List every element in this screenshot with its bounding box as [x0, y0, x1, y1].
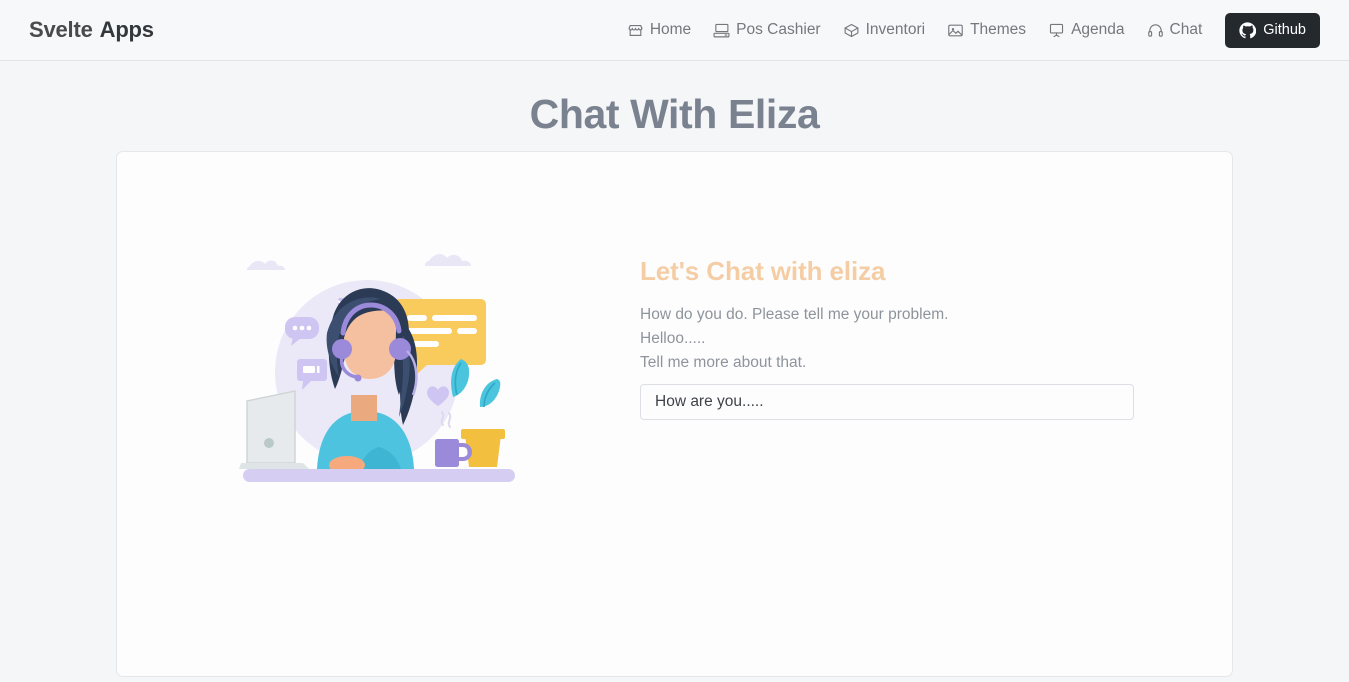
- nav-item-themes[interactable]: Themes: [936, 15, 1037, 45]
- chat-message: Tell me more about that.: [640, 354, 807, 371]
- nav-label-pos-cashier: Pos Cashier: [736, 21, 821, 38]
- github-button-label: Github: [1263, 22, 1306, 38]
- nav-item-agenda[interactable]: Agenda: [1037, 15, 1135, 45]
- desk-surface: [242, 469, 515, 482]
- chat-panel: Let's Chat with eliza How do you do. Ple…: [640, 152, 1140, 420]
- top-navigation-bar: Svelte Apps Home Pos Cashier Inventori T…: [0, 0, 1349, 61]
- navigation-links: Home Pos Cashier Inventori Themes Agenda…: [616, 12, 1320, 48]
- headset-earcup-right: [388, 338, 411, 360]
- chat-heading: Let's Chat with eliza: [640, 256, 886, 286]
- presentation-board-icon: [1048, 22, 1065, 39]
- coffee-mug-illustration: [434, 439, 472, 467]
- chat-message: How do you do. Please tell me your probl…: [640, 306, 949, 323]
- image-picture-icon: [947, 22, 964, 39]
- github-button[interactable]: Github: [1225, 12, 1320, 48]
- storefront-icon: [627, 22, 644, 39]
- nav-label-inventori: Inventori: [865, 21, 926, 38]
- github-icon: [1239, 21, 1257, 39]
- nav-item-chat[interactable]: Chat: [1136, 15, 1214, 45]
- page-title: Chat With Eliza: [529, 91, 820, 137]
- nav-label-home: Home: [649, 21, 692, 38]
- box-package-icon: [843, 22, 860, 39]
- nav-item-home[interactable]: Home: [616, 15, 702, 45]
- desktop-computer-icon: [713, 22, 730, 39]
- nav-label-themes: Themes: [970, 21, 1027, 38]
- chat-message-input[interactable]: [640, 384, 1134, 420]
- brand-name-primary: Svelte: [29, 17, 93, 42]
- brand-logo[interactable]: Svelte Apps: [29, 17, 154, 43]
- headset-icon: [1147, 22, 1164, 39]
- nav-label-agenda: Agenda: [1071, 21, 1125, 38]
- chat-card: Let's Chat with eliza How do you do. Ple…: [116, 151, 1233, 677]
- nav-label-chat: Chat: [1169, 21, 1203, 38]
- illustration-container: [117, 152, 640, 487]
- nav-item-pos-cashier[interactable]: Pos Cashier: [702, 15, 831, 45]
- customer-support-agent-illustration: [238, 254, 515, 482]
- potted-plant-illustration: [450, 359, 505, 467]
- nav-item-inventori[interactable]: Inventori: [832, 15, 936, 45]
- brand-name-secondary: Apps: [99, 17, 154, 42]
- chat-message: Helloo.....: [640, 330, 706, 347]
